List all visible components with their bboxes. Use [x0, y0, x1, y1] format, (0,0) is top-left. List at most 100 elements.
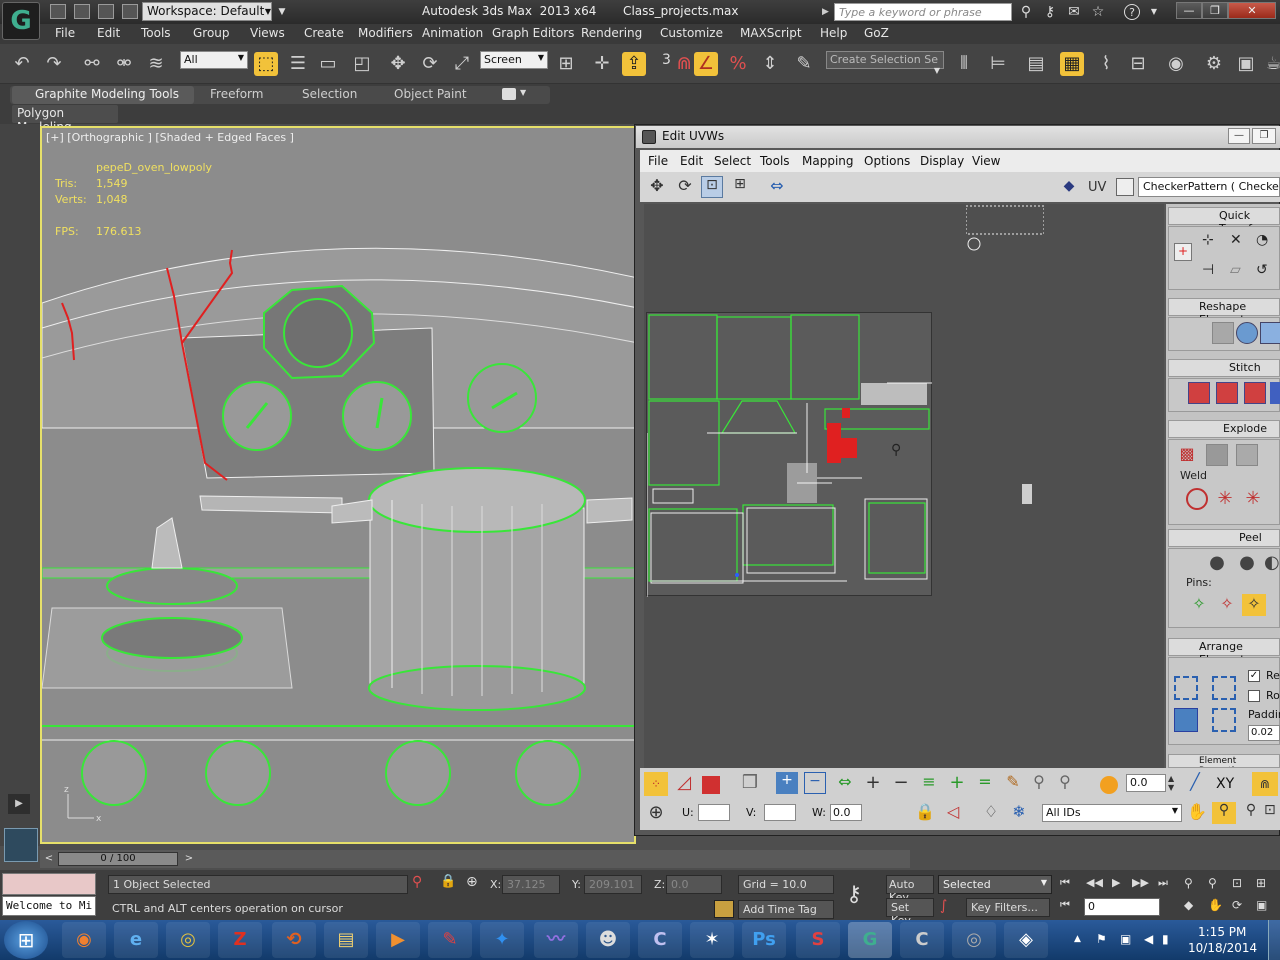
dropbox-icon[interactable]: ✦ [480, 922, 524, 958]
target-weld-icon[interactable] [1186, 488, 1208, 510]
quick-access-expand-icon[interactable]: ▼ [276, 4, 288, 20]
snap-icon[interactable]: ⋒ [1252, 772, 1278, 796]
menu-group[interactable]: Group [193, 26, 230, 40]
flatten-icon[interactable] [1236, 444, 1258, 466]
window-crossing-icon[interactable]: ◰ [350, 52, 374, 76]
field-of-view-icon[interactable]: ◆ [1184, 898, 1202, 916]
ring-shrink-icon[interactable]: − [890, 772, 912, 794]
rescale-checkbox[interactable]: ✓ [1248, 670, 1260, 682]
render-setup-icon[interactable]: ⚙ [1202, 52, 1226, 76]
u-input[interactable] [698, 804, 730, 821]
project-folder-icon[interactable] [122, 4, 138, 19]
play-icon[interactable]: ▶ [8, 794, 30, 814]
menu-modifiers[interactable]: Modifiers [358, 26, 413, 40]
quick-peel-icon[interactable]: ● [1206, 552, 1228, 574]
snaps-toggle-icon[interactable]: ⋒ [672, 52, 696, 76]
material-id-dropdown[interactable]: All IDs ▼ [1042, 804, 1182, 822]
break-icon[interactable]: ▩ [1176, 444, 1198, 466]
key-mode-dropdown[interactable]: Selected ▼ [938, 875, 1052, 894]
key-tangent-icon[interactable]: ∫ [940, 898, 962, 917]
firefox-icon[interactable]: ◉ [62, 922, 106, 958]
named-selection-sets-dropdown[interactable]: Create Selection Se ▼ [826, 51, 944, 75]
next-key-icon[interactable]: ▶▶ [1132, 876, 1152, 892]
soft-selection-input[interactable]: 0.0 [1126, 774, 1166, 792]
restore-button[interactable]: ❐ [1202, 2, 1228, 19]
pack-separately-icon[interactable] [1212, 708, 1236, 732]
absolute-mode-icon[interactable]: ⊕ [466, 874, 484, 894]
menu-help[interactable]: Help [820, 26, 847, 40]
app-eye-icon[interactable]: ◈ [1004, 922, 1048, 958]
flag-icon[interactable]: ⚑ [1096, 932, 1107, 946]
detach-icon[interactable] [1206, 444, 1228, 466]
rollout-quick-transform[interactable]: Quick Transform [1168, 207, 1280, 235]
maxscript-listener-input[interactable] [2, 873, 96, 895]
graphite-ribbon-toggle-icon[interactable]: ▦ [1060, 52, 1084, 76]
select-and-link-icon[interactable]: ⚯ [80, 52, 104, 76]
layer-manager-icon[interactable]: ▤ [1024, 52, 1048, 76]
menu-views[interactable]: Views [250, 26, 285, 40]
uv-menu-file[interactable]: File [648, 154, 668, 168]
subscription-key-icon[interactable]: ⚷ [1042, 4, 1058, 20]
redo-icon[interactable]: ↷ [42, 52, 66, 76]
paint-icon[interactable]: ✎ [428, 922, 472, 958]
set-key-icon[interactable]: ⚷ [846, 882, 874, 910]
close-button[interactable]: ✕ [1228, 2, 1276, 19]
uv-freeform-icon[interactable]: ⊞ [729, 176, 751, 198]
menu-rendering[interactable]: Rendering [581, 26, 642, 40]
selection-lock-icon[interactable]: 🔒 [440, 874, 458, 894]
3dsmax-taskbar-icon[interactable]: G [848, 922, 892, 958]
isolate-selection-icon[interactable]: ⚲ [412, 874, 430, 894]
reset-peel-icon[interactable]: ◐ [1264, 552, 1280, 574]
material-editor-icon[interactable]: ◉ [1164, 52, 1188, 76]
straighten-selection-icon[interactable] [1212, 322, 1234, 344]
xy-toggle[interactable]: XY [1216, 776, 1234, 792]
go-to-end-icon[interactable]: ⏭ [1158, 876, 1178, 892]
pivot-center-icon[interactable]: ⊞ [554, 52, 578, 76]
rectangular-selection-icon[interactable]: ▭ [316, 52, 340, 76]
chevron-down-icon[interactable]: ▼ [262, 2, 274, 21]
uv-scale-icon[interactable]: ⊡ [701, 176, 723, 198]
loop-icon[interactable]: ⇔ [834, 772, 856, 794]
search-expand-icon[interactable]: ▶ [822, 3, 832, 21]
w-input[interactable]: 0.0 [830, 804, 862, 821]
texture-dropdown[interactable]: CheckerPattern ( Checker ) [1138, 177, 1280, 197]
auto-key-button[interactable]: Auto Key [886, 875, 934, 904]
tab-graphite-modeling-tools[interactable]: Graphite Modeling Tools [35, 87, 179, 101]
help-icon[interactable]: ? [1124, 4, 1140, 20]
menu-file[interactable]: File [55, 26, 75, 40]
keyboard-shortcut-override-icon[interactable]: ⇪ [622, 52, 646, 76]
menu-graph-editors[interactable]: Graph Editors [492, 26, 574, 40]
filter-selected-icon[interactable]: ❄ [1008, 802, 1030, 824]
rotate-checkbox[interactable] [1248, 690, 1260, 702]
show-desktop-button[interactable] [1268, 920, 1280, 960]
menu-customize[interactable]: Customize [660, 26, 723, 40]
zoom-extents-all-icon[interactable]: ⊞ [1256, 876, 1274, 894]
uv-menu-view[interactable]: View [972, 154, 1000, 168]
hide-selection-icon[interactable]: ◁ [942, 802, 964, 824]
stitch-settings-icon[interactable] [1270, 382, 1280, 404]
select-and-manipulate-icon[interactable]: ✛ [590, 52, 614, 76]
rollout-reshape-elements[interactable]: Reshape Elements [1168, 298, 1280, 326]
app-c-icon[interactable]: C [638, 922, 682, 958]
edit-named-selection-icon[interactable]: ✎ [792, 52, 816, 76]
volume-icon[interactable]: ◀ [1144, 932, 1153, 946]
mirror-icon[interactable]: ⫴ [952, 52, 976, 76]
maximize-viewport-icon[interactable]: ▣ [1256, 898, 1274, 916]
sync-icon[interactable]: ⟲ [272, 922, 316, 958]
loop-shrink-icon[interactable]: = [974, 772, 996, 794]
peel-mode-icon[interactable]: ● [1236, 552, 1258, 574]
polygon-mode-icon[interactable] [702, 776, 720, 794]
ribbon-minimize-icon[interactable] [502, 88, 516, 100]
select-and-scale-icon[interactable]: ⤢ [450, 52, 474, 76]
clock-date[interactable]: 10/18/2014 [1188, 941, 1257, 955]
clock-time[interactable]: 1:15 PM [1198, 925, 1246, 939]
select-by-name-icon[interactable]: ☰ [286, 52, 310, 76]
app-skull-icon[interactable]: ☻ [586, 922, 630, 958]
undo-icon[interactable]: ↶ [10, 52, 34, 76]
soft-selection-spinner[interactable]: ▲ ▼ [1168, 774, 1178, 792]
shrink-selection-icon[interactable]: − [804, 772, 826, 794]
ring-icon[interactable]: ≡ [918, 772, 940, 794]
percent-snap-icon[interactable]: % [726, 52, 750, 76]
app-aperture-icon[interactable]: ◎ [952, 922, 996, 958]
binoculars-icon[interactable]: ⚲ [1018, 4, 1034, 20]
